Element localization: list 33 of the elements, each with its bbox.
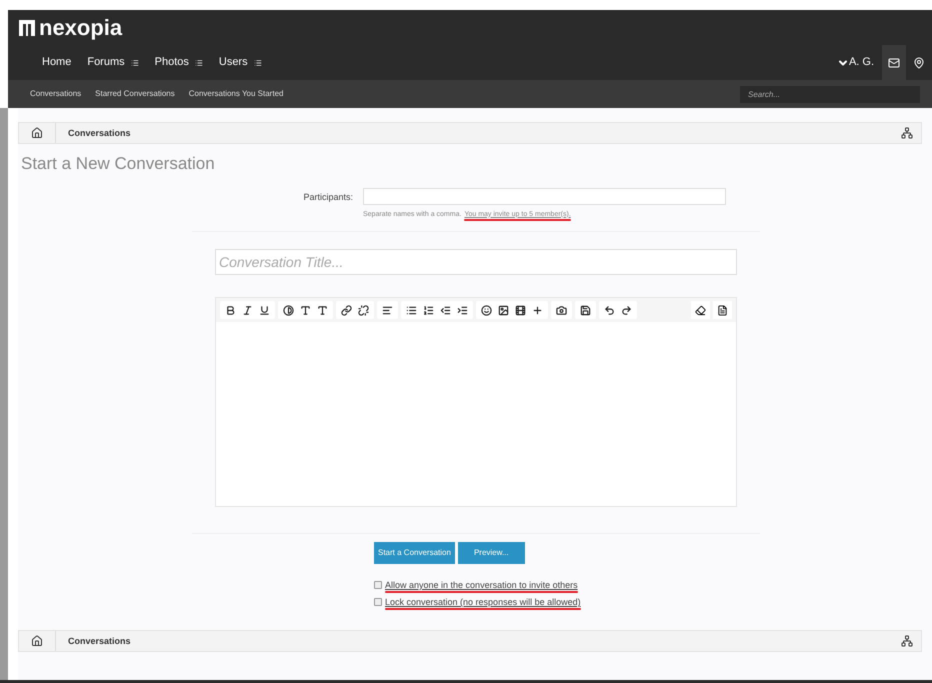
- participants-field[interactable]: [363, 188, 726, 204]
- site-logo[interactable]: nexopia: [39, 11, 122, 44]
- search-field[interactable]: Search...: [740, 86, 920, 102]
- user-menu[interactable]: A. G.: [848, 54, 874, 71]
- subnav-link[interactable]: Conversations: [30, 88, 82, 100]
- inbox-button[interactable]: [882, 45, 906, 80]
- nav-link[interactable]: Home: [42, 54, 72, 71]
- home-icon[interactable]: [31, 635, 43, 647]
- subnav-link[interactable]: Conversations You Started: [188, 88, 284, 100]
- nav-link[interactable]: Users: [218, 54, 262, 71]
- location-icon[interactable]: [913, 56, 925, 68]
- field-label: Participants:: [302, 190, 354, 204]
- menu-icon[interactable]: [130, 58, 139, 66]
- page-title: Start a New Conversation: [21, 153, 216, 175]
- mail-icon: [888, 56, 900, 68]
- breadcrumb-link[interactable]: Conversations: [55, 631, 143, 651]
- checkbox-label[interactable]: Lock conversation (no responses will be allowed): [385, 597, 581, 608]
- logo-icon: [18, 18, 36, 36]
- nav-link[interactable]: Forums: [87, 54, 139, 71]
- breadcrumb-link[interactable]: Conversations: [55, 123, 143, 143]
- checkbox[interactable]: [374, 581, 382, 589]
- sitemap-icon[interactable]: [901, 635, 913, 647]
- subnav-link[interactable]: Starred Conversations: [95, 88, 175, 100]
- menu-icon[interactable]: [194, 58, 203, 66]
- nav-link[interactable]: Photos: [154, 54, 203, 71]
- checkbox-label[interactable]: Allow anyone in the conversation to invite others: [385, 580, 578, 591]
- menu-icon[interactable]: [254, 58, 262, 66]
- checkbox[interactable]: [374, 598, 382, 606]
- title-field[interactable]: Conversation Title...: [215, 249, 737, 275]
- sitemap-icon[interactable]: [901, 127, 913, 139]
- eraser-icon[interactable]: [691, 301, 710, 319]
- document-icon[interactable]: [713, 301, 732, 319]
- home-icon[interactable]: [31, 127, 43, 139]
